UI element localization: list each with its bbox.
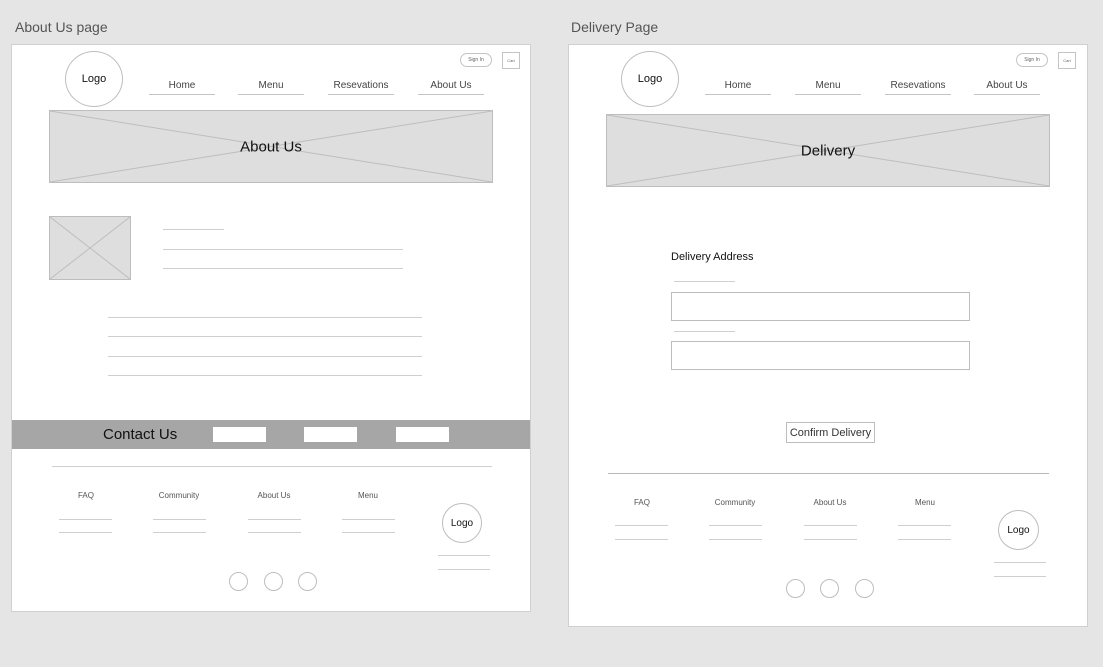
footer-col-menu[interactable]: Menu bbox=[897, 498, 953, 507]
footer-col-faq[interactable]: FAQ bbox=[58, 491, 114, 500]
sign-in-button[interactable]: Sign In bbox=[1016, 53, 1048, 67]
footer-link-line bbox=[615, 525, 668, 526]
footer-link-line bbox=[153, 532, 206, 533]
footer-logo[interactable]: Logo bbox=[998, 510, 1039, 550]
text-line bbox=[108, 317, 422, 318]
text-line bbox=[163, 249, 403, 250]
nav-menu[interactable]: Menu bbox=[238, 80, 304, 95]
footer-link-line bbox=[709, 539, 762, 540]
contact-band: Contact Us bbox=[12, 420, 530, 449]
field-label-line bbox=[674, 331, 735, 332]
footer-col-menu[interactable]: Menu bbox=[340, 491, 396, 500]
footer-col-community[interactable]: Community bbox=[707, 498, 763, 507]
nav-home[interactable]: Home bbox=[149, 80, 215, 95]
social-icon[interactable] bbox=[264, 572, 283, 591]
header-logo[interactable]: Logo bbox=[65, 51, 123, 107]
footer-logo[interactable]: Logo bbox=[442, 503, 482, 543]
nav-about-us[interactable]: About Us bbox=[974, 80, 1040, 95]
sign-in-button[interactable]: Sign In bbox=[460, 53, 492, 67]
footer-link-line bbox=[709, 525, 762, 526]
hero-title: About Us bbox=[240, 138, 302, 155]
social-icon[interactable] bbox=[298, 572, 317, 591]
text-line bbox=[163, 268, 403, 269]
hero-banner: Delivery bbox=[606, 114, 1050, 187]
social-icon[interactable] bbox=[229, 572, 248, 591]
address-line-2-input[interactable] bbox=[671, 341, 970, 370]
text-line bbox=[108, 375, 422, 376]
text-line bbox=[108, 336, 422, 337]
footer-link-line bbox=[804, 539, 857, 540]
footer-col-about-us[interactable]: About Us bbox=[246, 491, 302, 500]
contact-field[interactable] bbox=[213, 427, 266, 442]
footer-link-line bbox=[438, 555, 490, 556]
footer-link-line bbox=[804, 525, 857, 526]
footer-divider bbox=[52, 466, 492, 467]
footer-link-line bbox=[248, 532, 301, 533]
footer-link-line bbox=[59, 532, 112, 533]
footer-link-line bbox=[898, 539, 951, 540]
social-icon[interactable] bbox=[855, 579, 874, 598]
footer-link-line bbox=[59, 519, 112, 520]
image-placeholder-icon bbox=[50, 217, 130, 279]
nav-menu[interactable]: Menu bbox=[795, 80, 861, 95]
nav-home[interactable]: Home bbox=[705, 80, 771, 95]
footer-col-community[interactable]: Community bbox=[151, 491, 207, 500]
delivery-frame-label: Delivery Page bbox=[571, 19, 659, 35]
contact-title: Contact Us bbox=[103, 426, 178, 443]
about-us-frame: Logo Home Menu Resevations About Us Sign… bbox=[11, 44, 531, 612]
nav-reservations[interactable]: Resevations bbox=[328, 80, 394, 95]
text-line bbox=[163, 229, 224, 230]
cart-button[interactable]: Cart bbox=[502, 52, 520, 69]
footer-col-faq[interactable]: FAQ bbox=[614, 498, 670, 507]
footer-link-line bbox=[342, 532, 395, 533]
footer-col-about-us[interactable]: About Us bbox=[802, 498, 858, 507]
hero-banner: About Us bbox=[49, 110, 493, 183]
footer-link-line bbox=[342, 519, 395, 520]
footer-link-line bbox=[898, 525, 951, 526]
hero-title: Delivery bbox=[800, 142, 856, 159]
social-icon[interactable] bbox=[786, 579, 805, 598]
about-frame-label: About Us page bbox=[15, 19, 108, 35]
contact-field[interactable] bbox=[396, 427, 449, 442]
footer-link-line bbox=[994, 576, 1046, 577]
cart-button[interactable]: Cart bbox=[1058, 52, 1076, 69]
nav-reservations[interactable]: Resevations bbox=[885, 80, 951, 95]
delivery-frame: Logo Home Menu Resevations About Us Sign… bbox=[568, 44, 1088, 627]
footer-link-line bbox=[438, 569, 490, 570]
footer-link-line bbox=[248, 519, 301, 520]
footer-link-line bbox=[153, 519, 206, 520]
field-label-line bbox=[674, 281, 735, 282]
confirm-delivery-button[interactable]: Confirm Delivery bbox=[786, 422, 875, 443]
nav-about-us[interactable]: About Us bbox=[418, 80, 484, 95]
delivery-address-label: Delivery Address bbox=[671, 251, 754, 263]
header-logo[interactable]: Logo bbox=[621, 51, 679, 107]
social-icon[interactable] bbox=[820, 579, 839, 598]
footer-divider bbox=[608, 473, 1049, 474]
footer-link-line bbox=[994, 562, 1046, 563]
text-line bbox=[108, 356, 422, 357]
about-image bbox=[49, 216, 131, 280]
address-line-1-input[interactable] bbox=[671, 292, 970, 321]
contact-field[interactable] bbox=[304, 427, 357, 442]
footer-link-line bbox=[615, 539, 668, 540]
